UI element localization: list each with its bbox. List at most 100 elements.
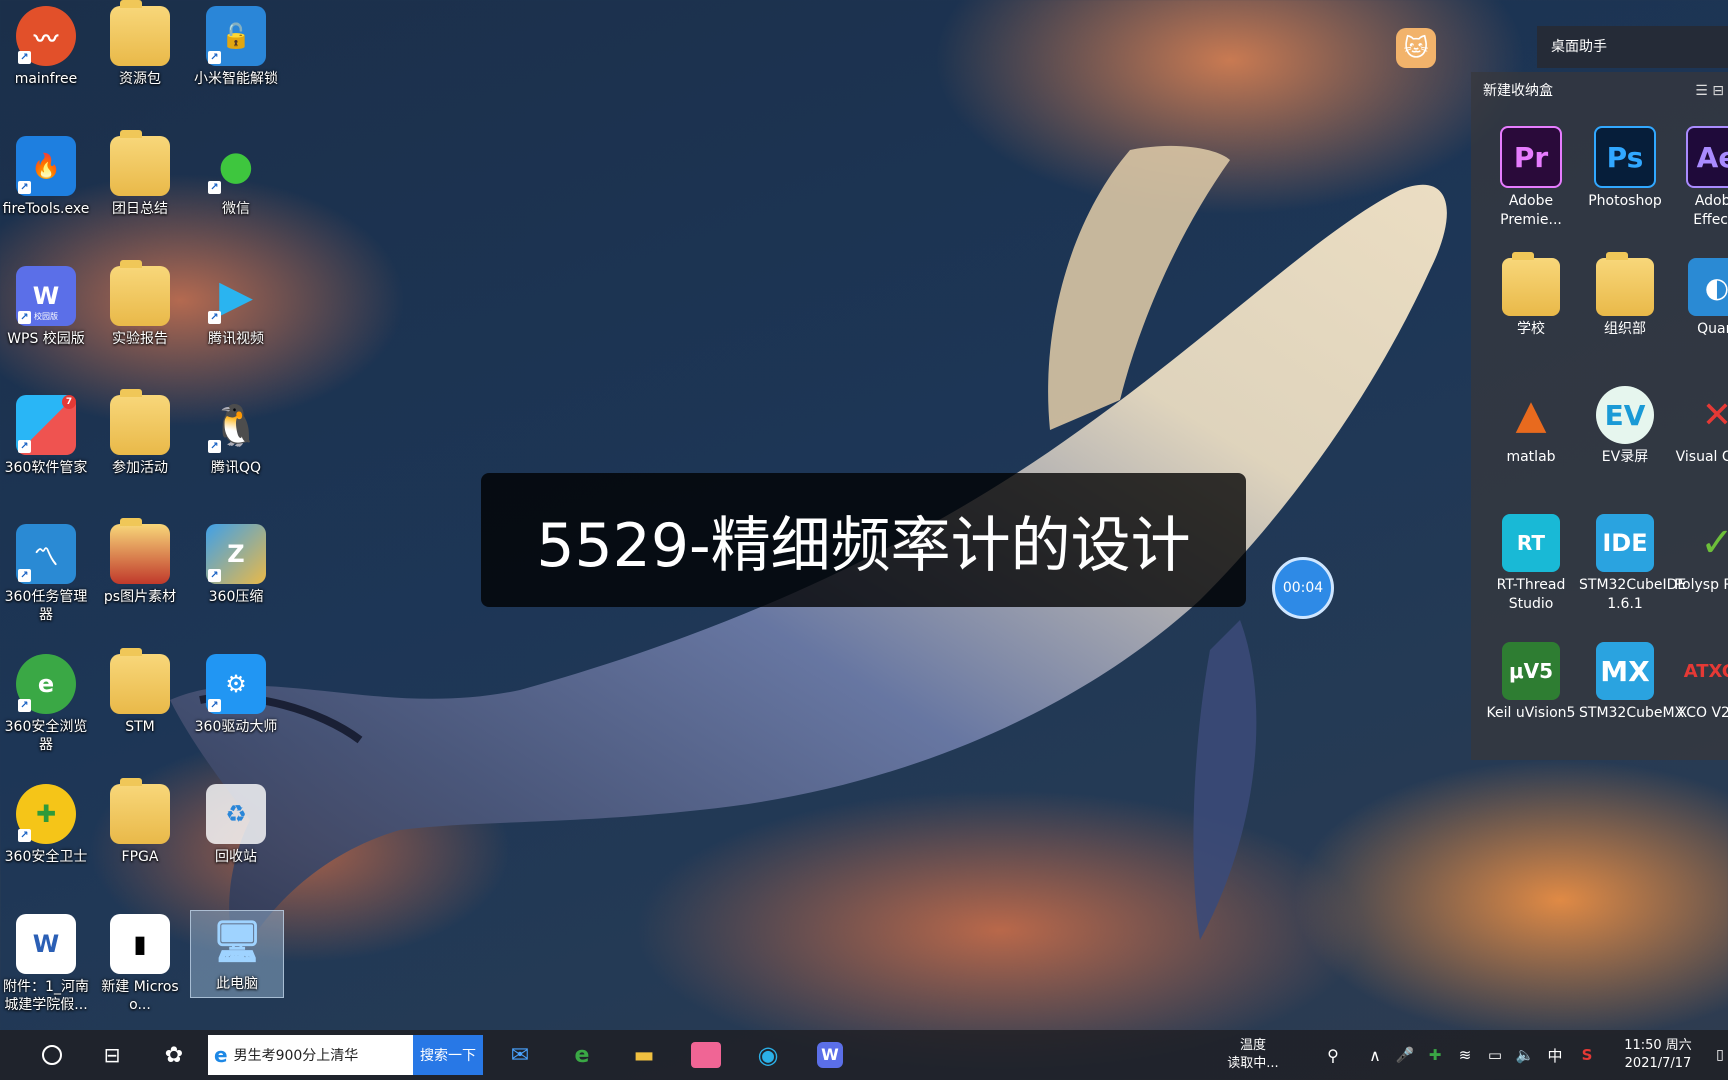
desktop-icon-ps-folder[interactable]: ps图片素材 xyxy=(94,518,186,606)
list-view-icon[interactable]: ☰ ⊟ xyxy=(1695,72,1724,110)
icon-label: fireTools.exe xyxy=(2,201,90,217)
desktop-icon-wechat[interactable]: ● ↗ 微信 xyxy=(190,136,282,218)
shortcut-arrow-icon: ↗ xyxy=(18,699,31,712)
icon-label: 360驱动大师 xyxy=(194,719,278,735)
show-hidden-icons-button[interactable]: ∧ xyxy=(1362,1030,1388,1080)
360-zip-icon: Z ↗ xyxy=(206,524,266,584)
battery-button[interactable]: ▭ xyxy=(1482,1030,1508,1080)
desktop-icon-wps[interactable]: W 校园版 ↗ WPS 校园版 xyxy=(0,266,92,348)
360-browser-icon: e xyxy=(574,1042,590,1068)
box-item-matlab[interactable]: ▲ matlab xyxy=(1485,386,1577,467)
recording-timer[interactable]: 00:04 xyxy=(1272,557,1334,619)
cortana-button[interactable] xyxy=(30,1030,74,1080)
desktop-icon-fpga-folder[interactable]: FPGA xyxy=(94,778,186,866)
search-button[interactable]: 搜索一下 xyxy=(413,1035,483,1075)
firetools-icon: 🔥 ↗ xyxy=(16,136,76,196)
mail-icon: ✉ xyxy=(510,1042,530,1068)
volume-button[interactable]: 🔈 xyxy=(1512,1030,1538,1080)
icon-label: 附件：1_河南城建学院假... xyxy=(3,979,89,1013)
box-item-visual-c[interactable]: ✕ Visual C 6.0 xyxy=(1671,386,1728,467)
box-item-org-folder[interactable]: 组织部 xyxy=(1579,252,1671,339)
shortcut-arrow-icon: ↗ xyxy=(18,181,31,194)
desktop-icon-360-security[interactable]: ✚ ↗ 360安全卫士 xyxy=(0,784,92,866)
box-item-xco[interactable]: ATXCO XCO V2.6.e xyxy=(1671,642,1728,723)
after-effects-icon: Ae xyxy=(1686,126,1728,188)
icon-label: 回收站 xyxy=(215,849,257,865)
weather-line1: 温度 xyxy=(1239,1038,1266,1053)
word-document-icon: W xyxy=(16,914,76,974)
desktop-icon-report-folder[interactable]: 实验报告 xyxy=(94,260,186,348)
icon-label: 实验报告 xyxy=(112,331,168,347)
desktop-icon-mi-unlock[interactable]: 🔓 ↗ 小米智能解锁 xyxy=(190,6,282,88)
desktop-icon-resource-folder[interactable]: 资源包 xyxy=(94,0,186,88)
box-item-polyspace[interactable]: ✓ Polysp R202 xyxy=(1671,514,1728,595)
mail-button[interactable]: ✉ xyxy=(498,1030,542,1080)
microphone-button[interactable]: 🎤 xyxy=(1392,1030,1418,1080)
swirl-app-button[interactable]: ✿ xyxy=(152,1030,196,1080)
icon-label: 资源包 xyxy=(119,71,161,87)
icon-label: WPS 校园版 xyxy=(7,331,85,347)
box-item-rt-thread[interactable]: RT RT-Thread Studio xyxy=(1485,514,1577,614)
desktop-icon-qq[interactable]: 🐧 ↗ 腾讯QQ xyxy=(190,395,282,477)
desktop-icon-360-software[interactable]: 7 ↗ 360软件管家 xyxy=(0,395,92,477)
clock[interactable]: 11:50 周六 2021/7/17 xyxy=(1612,1030,1704,1080)
wps-taskbar-button[interactable]: W xyxy=(808,1030,852,1080)
desktop-icon-new-doc[interactable]: ▮ 新建 Microso... xyxy=(94,914,186,1014)
icon-label: 腾讯QQ xyxy=(210,460,262,476)
360-browser-icon: e ↗ xyxy=(16,654,76,714)
action-center-button[interactable]: ▯ xyxy=(1712,1030,1728,1080)
search-text: 男生考900分上清华 xyxy=(233,1048,359,1064)
photoshop-icon: Ps xyxy=(1594,126,1656,188)
people-button[interactable]: ⚲ xyxy=(1318,1030,1348,1080)
network-button[interactable]: ≋ xyxy=(1452,1030,1478,1080)
box-item-after-effects[interactable]: Ae Adobe Effects xyxy=(1671,126,1728,230)
360-tray-button[interactable]: ✚ xyxy=(1422,1030,1448,1080)
box-item-quartus[interactable]: ◐ Quart xyxy=(1671,258,1728,339)
box-item-ev-recorder[interactable]: EV EV录屏 xyxy=(1579,386,1671,467)
desktop-icon-activity-folder[interactable]: 参加活动 xyxy=(94,389,186,477)
box-item-stm32cubeide[interactable]: IDE STM32CubeIDE 1.6.1 xyxy=(1579,514,1686,614)
storage-box-panel: 新建收纳盒 ☰ ⊟ Pr Adobe Premie... Ps Photosho… xyxy=(1471,72,1728,760)
icon-label: FPGA xyxy=(121,849,159,865)
icon-label: 腾讯视频 xyxy=(208,331,264,347)
desktop-icon-360-driver[interactable]: ⚙ ↗ 360驱动大师 xyxy=(190,654,282,736)
qq-penguin-icon: 🐧 ↗ xyxy=(206,395,266,455)
box-item-school-folder[interactable]: 学校 xyxy=(1485,252,1577,339)
desktop-assistant-bar[interactable]: 桌面助手 xyxy=(1537,26,1728,68)
stm32cubeide-icon: IDE xyxy=(1596,514,1654,572)
desktop-icon-firetools[interactable]: 🔥 ↗ fireTools.exe xyxy=(0,136,92,218)
bilibili-button[interactable] xyxy=(684,1030,728,1080)
shortcut-arrow-icon: ↗ xyxy=(208,311,221,324)
desktop-icon-tencent-video[interactable]: ▶ ↗ 腾讯视频 xyxy=(190,266,282,348)
ime-button[interactable]: 中 xyxy=(1542,1030,1568,1080)
desktop-icon-tuanri-folder[interactable]: 团日总结 xyxy=(94,130,186,218)
box-item-keil[interactable]: μV5 Keil uVision5 xyxy=(1485,642,1577,723)
desktop-icon-360-task[interactable]: 〽 ↗ 360任务管理器 xyxy=(0,524,92,624)
box-item-stm32cubemx[interactable]: MX STM32CubeMX xyxy=(1579,642,1684,723)
box-item-label: RT-Thread Studio xyxy=(1496,577,1566,612)
desktop-icon-mainfree[interactable]: 〰 ↗ mainfree xyxy=(0,6,92,88)
box-item-premiere[interactable]: Pr Adobe Premie... xyxy=(1485,126,1577,230)
file-explorer-button[interactable]: ▬ xyxy=(622,1030,666,1080)
desktop-icon-recycle-bin[interactable]: ♻ 回收站 xyxy=(190,784,282,866)
desktop-icon-this-pc[interactable]: 🖥 此电脑 xyxy=(190,910,284,998)
folder-icon xyxy=(110,0,170,66)
battery-icon: ▭ xyxy=(1487,1046,1503,1064)
cat-widget-icon[interactable]: 🐱 xyxy=(1396,28,1436,68)
storage-box-header: 新建收纳盒 ☰ ⊟ xyxy=(1471,72,1728,110)
sogou-button[interactable]: S xyxy=(1574,1030,1600,1080)
360-task-manager-icon: 〽 ↗ xyxy=(16,524,76,584)
desktop-icon-360-browser[interactable]: e ↗ 360安全浏览器 xyxy=(0,654,92,754)
desktop-icon-stm-folder[interactable]: STM xyxy=(94,648,186,736)
desktop-icon-word-doc[interactable]: W 附件：1_河南城建学院假... xyxy=(0,914,92,1014)
people-icon: ⚲ xyxy=(1327,1045,1339,1065)
icon-label: 360安全浏览器 xyxy=(4,719,88,753)
web-search-input[interactable]: e 男生考900分上清华 xyxy=(208,1035,413,1075)
weather-widget[interactable]: 温度 读取中... xyxy=(1218,1030,1288,1080)
ev-recorder-icon: EV xyxy=(1596,386,1654,444)
edge-button[interactable]: ◉ xyxy=(746,1030,790,1080)
desktop-icon-360-zip[interactable]: Z ↗ 360压缩 xyxy=(190,524,282,606)
box-item-photoshop[interactable]: Ps Photoshop xyxy=(1579,126,1671,211)
task-view-button[interactable]: ⊟ xyxy=(90,1030,134,1080)
360-browser-taskbar-button[interactable]: e xyxy=(560,1030,604,1080)
